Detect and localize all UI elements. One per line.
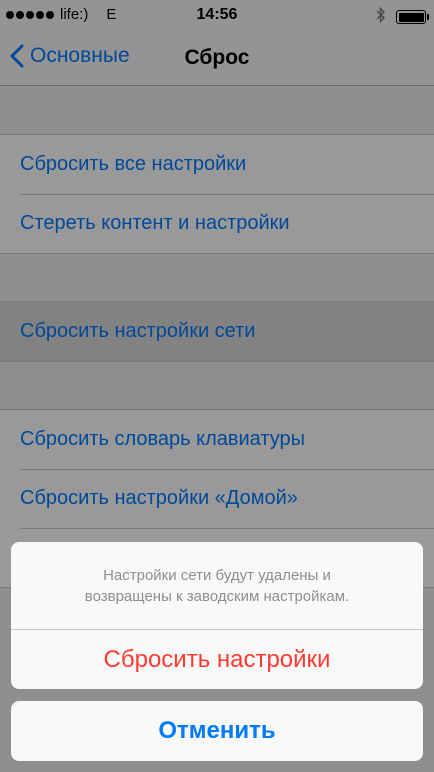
action-sheet: Настройки сети будут удалены и возвращен… <box>11 542 423 689</box>
cancel-sheet: Отменить <box>11 701 423 761</box>
action-sheet-message: Настройки сети будут удалены и возвращен… <box>11 542 423 630</box>
cancel-button[interactable]: Отменить <box>11 701 423 761</box>
reset-settings-button[interactable]: Сбросить настройки <box>11 630 423 689</box>
message-line: Настройки сети будут удалены и <box>103 566 331 584</box>
message-line: возвращены к заводским настройкам. <box>84 587 350 605</box>
